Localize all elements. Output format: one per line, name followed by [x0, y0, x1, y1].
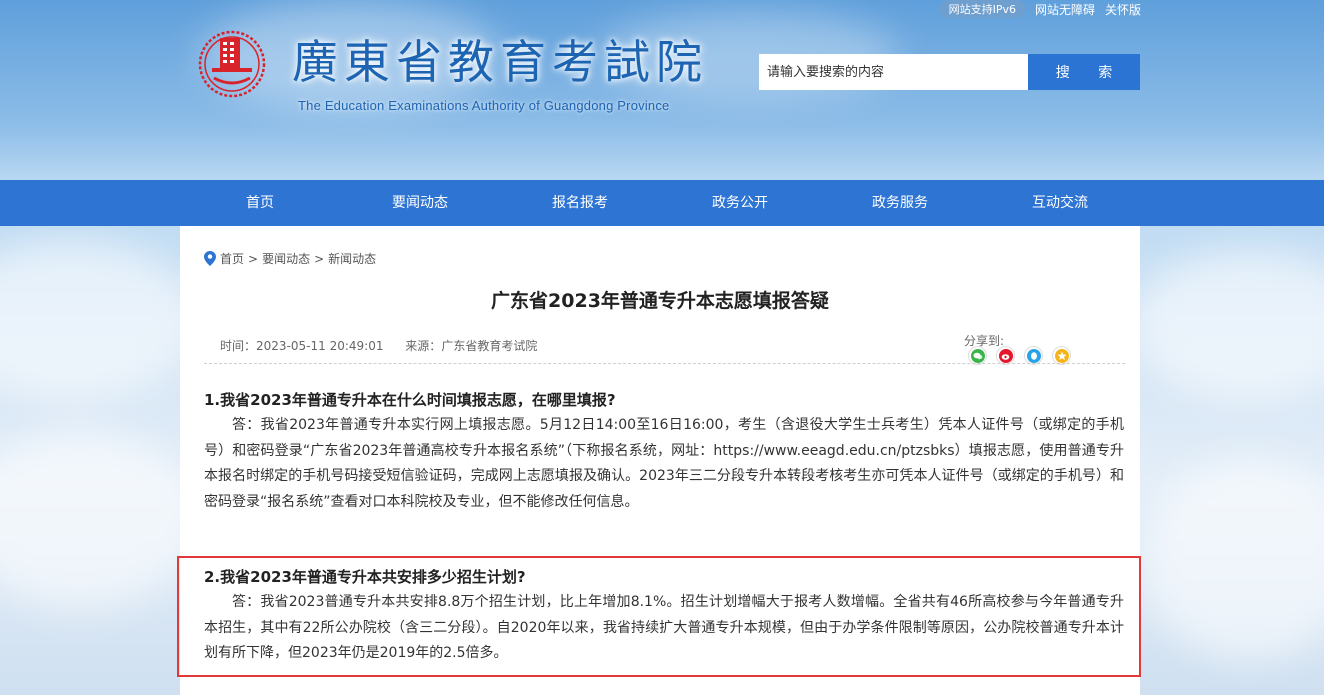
search-bar: 搜 索: [759, 54, 1140, 90]
care-mode-link[interactable]: 关怀版: [1105, 1, 1141, 18]
accessibility-link[interactable]: 网站无障碍: [1035, 1, 1095, 18]
meta-divider: [204, 363, 1125, 364]
article-title: 广东省2023年普通专升本志愿填报答疑: [491, 290, 829, 312]
publish-time: 2023-05-11 20:49:01: [256, 339, 384, 353]
nav-item-public-affairs[interactable]: 政务公开: [660, 180, 820, 226]
nav-item-interaction[interactable]: 互动交流: [980, 180, 1140, 226]
site-title: 廣東省教育考試院: [292, 35, 708, 89]
cloud-decoration: [0, 430, 200, 610]
location-pin-icon: [204, 251, 216, 266]
breadcrumb-home[interactable]: 首页: [220, 250, 244, 267]
search-input[interactable]: [759, 54, 1028, 90]
cloud-decoration: [0, 240, 200, 400]
top-links-bar: 网站支持IPv6 网站无障碍 关怀版: [939, 0, 1141, 18]
qa-item-1: 1.我省2023年普通专升本在什么时间填报志愿，在哪里填报? 答：我省2023年…: [204, 387, 1124, 515]
cloud-decoration: [1130, 250, 1324, 400]
nav-item-home[interactable]: 首页: [180, 180, 340, 226]
breadcrumb-separator: >: [314, 251, 325, 266]
answer-1: 答：我省2023年普通专升本实行网上填报志愿。5月12日14:00至16日16:…: [204, 417, 1124, 510]
source-label: 来源：: [405, 339, 442, 353]
site-subtitle: The Education Examinations Authority of …: [298, 98, 670, 113]
nav-item-services[interactable]: 政务服务: [820, 180, 980, 226]
article-meta: 时间：2023-05-11 20:49:01 来源：广东省教育考试院: [220, 337, 537, 354]
article-source: 广东省教育考试院: [441, 339, 538, 353]
highlight-box: [177, 556, 1141, 677]
breadcrumb: 首页 > 要闻动态 > 新闻动态: [204, 250, 376, 267]
nav-item-registration[interactable]: 报名报考: [500, 180, 660, 226]
time-label: 时间：: [220, 339, 257, 353]
ipv6-badge: 网站支持IPv6: [939, 0, 1025, 18]
breadcrumb-current[interactable]: 新闻动态: [328, 250, 376, 267]
search-button[interactable]: 搜 索: [1028, 54, 1140, 90]
question-1: 1.我省2023年普通专升本在什么时间填报志愿，在哪里填报?: [204, 391, 616, 409]
breadcrumb-news[interactable]: 要闻动态: [262, 250, 310, 267]
site-logo[interactable]: [198, 30, 266, 98]
nav-item-news[interactable]: 要闻动态: [340, 180, 500, 226]
cloud-decoration: [1140, 460, 1324, 660]
breadcrumb-separator: >: [248, 251, 259, 266]
main-nav: 首页 要闻动态 报名报考 政务公开 政务服务 互动交流: [0, 180, 1324, 226]
